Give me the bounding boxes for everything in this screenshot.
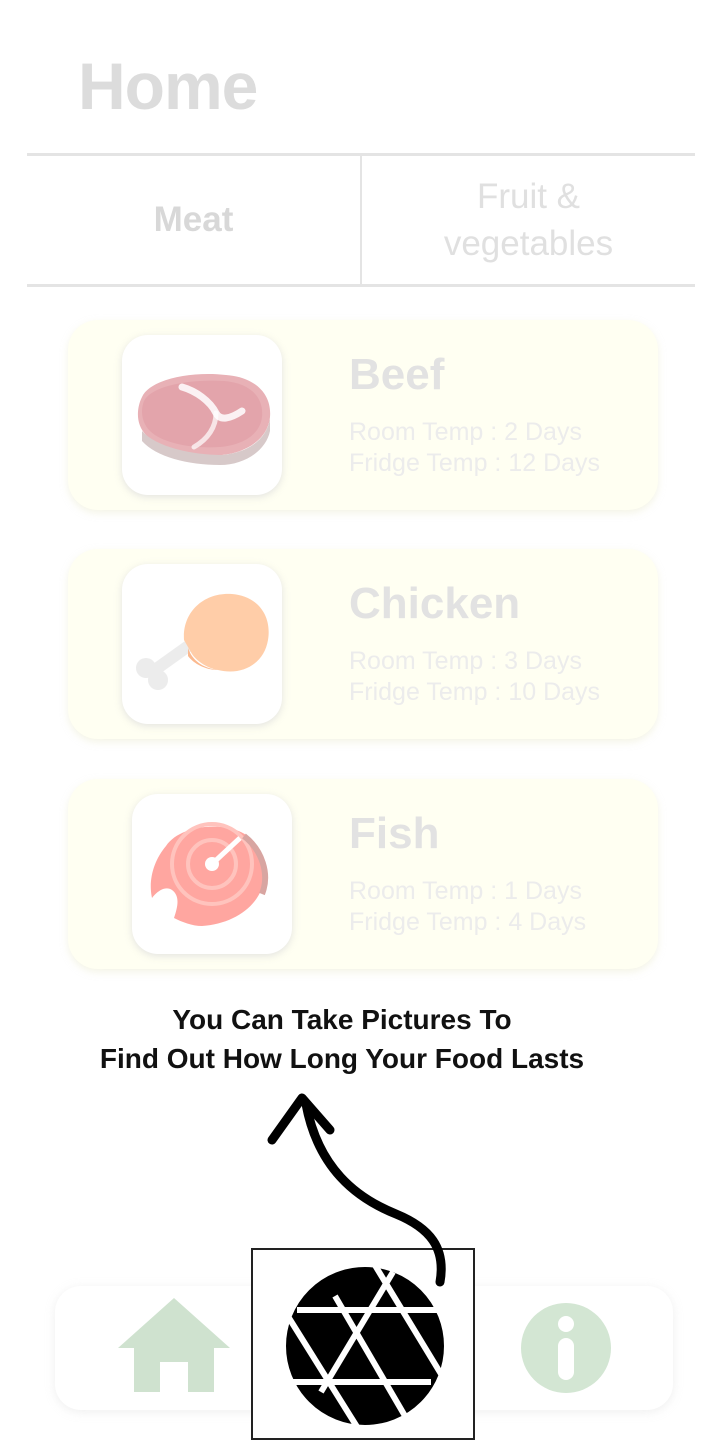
pointer-arrow [267,1093,446,1287]
